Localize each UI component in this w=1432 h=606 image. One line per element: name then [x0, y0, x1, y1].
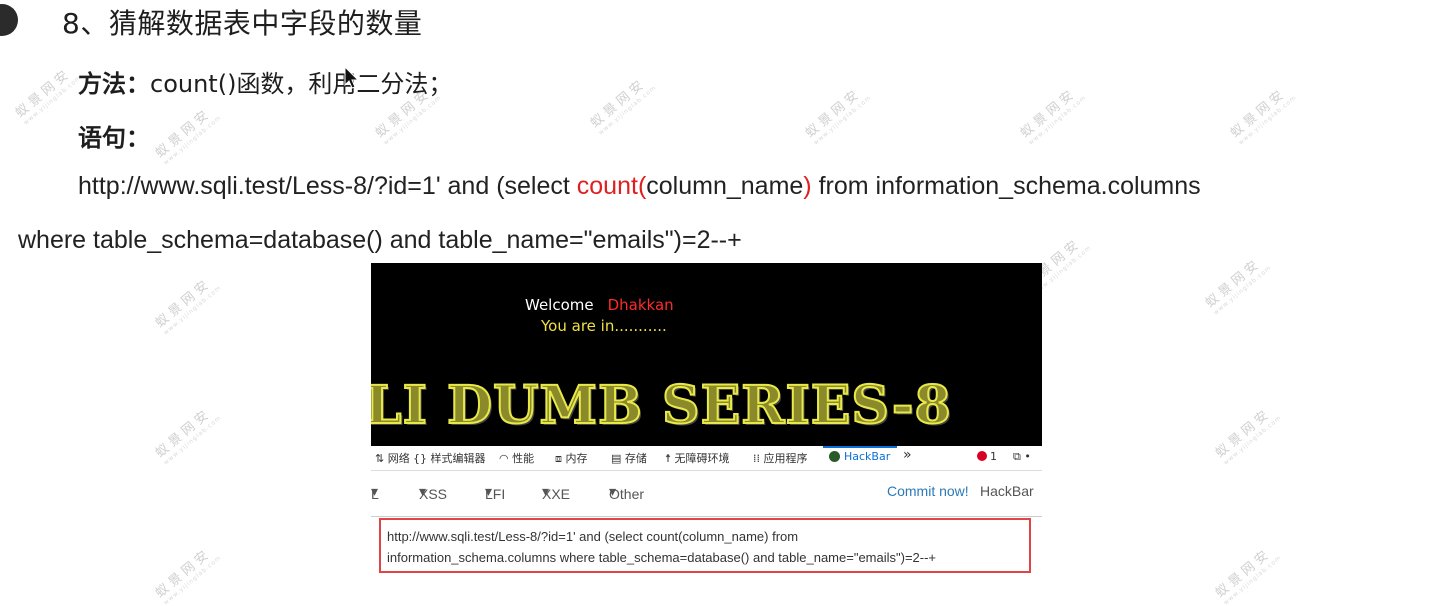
- watermark: 蚁景网安 www.yijinglab.com: [1017, 85, 1088, 147]
- watermark: 蚁景网安 www.yijinglab.com: [152, 105, 223, 167]
- watermark: 蚁景网安 www.yijinglab.com: [1212, 405, 1283, 467]
- method-line: 方法：count()函数，利用二分法；: [78, 64, 452, 99]
- mouse-cursor-icon: [344, 66, 360, 89]
- menu-sql[interactable]: L ▾: [371, 483, 379, 502]
- url-highlight: count(: [576, 172, 647, 200]
- menu-label: LFI: [485, 486, 506, 502]
- sql-url-line-2: where table_schema=database() and table_…: [18, 226, 742, 254]
- tab-label: 网络: [387, 452, 410, 465]
- tab-label: 存储: [624, 452, 647, 465]
- error-count: 1: [990, 450, 997, 463]
- error-icon: [977, 451, 987, 461]
- tab-label: 无障碍环境: [674, 452, 730, 465]
- menu-label: XXE: [542, 486, 571, 502]
- tab-network[interactable]: ⇅ 网络: [375, 450, 410, 466]
- welcome-text: Welcome Dhakkan: [525, 296, 674, 314]
- watermark: 蚁景网安 www.yijinglab.com: [1202, 255, 1273, 317]
- error-count-badge[interactable]: 1: [977, 450, 997, 463]
- watermark: 蚁景网安 www.yijinglab.com: [152, 275, 223, 337]
- url-text-line: http://www.sqli.test/Less-8/?id=1' and (…: [387, 529, 799, 544]
- statement-label: 语句：: [78, 124, 150, 152]
- status-text: You are in...........: [541, 317, 667, 335]
- commit-now-link[interactable]: Commit now!: [887, 483, 969, 499]
- bullet-marker: [0, 4, 18, 36]
- tab-application[interactable]: ⁞⁞ 应用程序: [753, 450, 808, 466]
- more-tabs-button[interactable]: »: [903, 447, 912, 463]
- devtools-tab-bar: ⇅ 网络 {} 样式编辑器 ◠ 性能 ⧈ 内存 ▤ 存储 ☨ 无障碍环境 ⁞⁞ …: [371, 446, 1042, 471]
- watermark: 蚁景网安 www.yijinglab.com: [1212, 545, 1283, 606]
- tab-memory[interactable]: ⧈ 内存: [555, 450, 588, 466]
- menu-other[interactable]: Other ▾: [609, 483, 644, 502]
- tab-storage[interactable]: ▤ 存储: [611, 450, 647, 466]
- menu-label: XSS: [419, 486, 448, 502]
- hackbar-menu: L ▾ XSS ▾ LFI ▾ XXE ▾ Other ▾ Commit now…: [371, 480, 1042, 504]
- menu-label: L: [371, 486, 379, 502]
- welcome-username: Dhakkan: [607, 296, 674, 314]
- series-banner: LI DUMB SERIES-8: [371, 374, 952, 437]
- watermark: 蚁景网安 www.yijinglab.com: [152, 405, 223, 467]
- dock-options-icon[interactable]: ⧉ •: [1013, 450, 1031, 464]
- url-highlight: ): [803, 172, 812, 200]
- tab-label: 样式编辑器: [430, 452, 486, 465]
- sql-url-line-1: http://www.sqli.test/Less-8/?id=1' and (…: [78, 172, 1201, 201]
- url-segment: from information_schema.columns: [811, 172, 1201, 200]
- watermark: 蚁景网安 www.yijinglab.com: [152, 545, 223, 606]
- hackbar-brand: HackBar: [980, 483, 1034, 499]
- tab-performance[interactable]: ◠ 性能: [499, 450, 534, 466]
- welcome-label: Welcome: [525, 296, 594, 314]
- tab-style-editor[interactable]: {} 样式编辑器: [413, 450, 486, 466]
- url-segment: column_name: [646, 172, 804, 200]
- tab-hackbar[interactable]: HackBar: [829, 450, 890, 463]
- hackbar-url-textarea[interactable]: http://www.sqli.test/Less-8/?id=1' and (…: [379, 518, 1031, 573]
- divider: [371, 516, 1042, 517]
- method-label: 方法：: [78, 70, 150, 98]
- menu-label: Other: [609, 486, 645, 502]
- tab-label: 内存: [565, 452, 588, 465]
- watermark: 蚁景网安 www.yijinglab.com: [587, 75, 658, 137]
- watermark: 蚁景网安 www.yijinglab.com: [1227, 85, 1298, 147]
- url-segment: http://www.sqli.test/Less-8/?id=1' and (…: [78, 172, 577, 200]
- tab-label: HackBar: [844, 450, 891, 463]
- hackbar-icon: [829, 451, 840, 462]
- menu-lfi[interactable]: LFI ▾: [485, 483, 505, 502]
- watermark: 蚁景网安 www.yijinglab.com: [802, 85, 873, 147]
- menu-xxe[interactable]: XXE ▾: [542, 483, 570, 502]
- tab-accessibility[interactable]: ☨ 无障碍环境: [665, 450, 730, 466]
- embedded-page-screenshot: Welcome Dhakkan You are in........... LI …: [371, 263, 1042, 446]
- tab-label: 性能: [512, 452, 535, 465]
- tab-label: 应用程序: [763, 452, 808, 465]
- active-tab-indicator: [823, 446, 897, 448]
- watermark: 蚁景网安 www.yijinglab.com: [12, 65, 83, 127]
- url-text-line: information_schema.columns where table_s…: [387, 550, 937, 565]
- menu-xss[interactable]: XSS ▾: [419, 483, 447, 502]
- section-title: 8、猜解数据表中字段的数量: [62, 7, 423, 40]
- method-text: count()函数，利用二分法；: [150, 70, 453, 98]
